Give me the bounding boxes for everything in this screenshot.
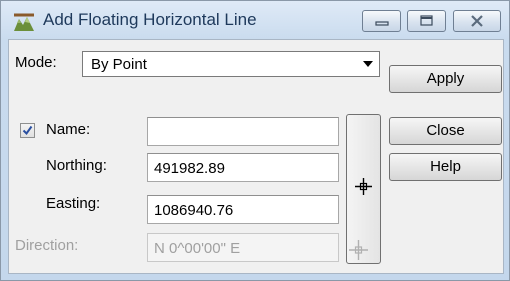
direction-input[interactable]: N 0^00'00" E: [147, 233, 339, 262]
close-window-button[interactable]: [453, 10, 501, 32]
maximize-button[interactable]: [407, 10, 446, 32]
maximize-icon: [420, 15, 433, 26]
dialog-client-area: Mode: By Point Apply Close Help Name: No…: [8, 39, 504, 274]
minimize-icon: [375, 21, 389, 26]
checkmark-icon: [22, 125, 33, 136]
name-checkbox[interactable]: [20, 123, 35, 138]
northing-input[interactable]: 491982.89: [147, 153, 339, 182]
window-title: Add Floating Horizontal Line: [43, 10, 257, 29]
help-button[interactable]: Help: [389, 153, 502, 181]
title-bar[interactable]: Add Floating Horizontal Line: [1, 1, 509, 39]
name-input[interactable]: [147, 117, 339, 146]
crosshair-icon-disabled: [349, 240, 368, 260]
floating-line-app-icon: [14, 13, 34, 31]
mode-label: Mode:: [15, 54, 57, 71]
minimize-button[interactable]: [362, 10, 401, 32]
northing-label: Northing:: [46, 157, 107, 174]
mode-dropdown[interactable]: By Point: [82, 51, 380, 77]
easting-value: 1086940.76: [154, 202, 234, 219]
direction-value: N 0^00'00" E: [154, 240, 241, 257]
northing-value: 491982.89: [154, 160, 225, 177]
locate-direction-button[interactable]: [346, 236, 371, 264]
crosshair-icon: [355, 178, 372, 195]
name-label: Name:: [46, 121, 91, 138]
direction-label: Direction:: [15, 237, 79, 254]
chevron-down-icon: [363, 61, 373, 67]
mode-selected-value: By Point: [91, 56, 147, 73]
apply-button[interactable]: Apply: [389, 65, 502, 93]
dialog-window: Add Floating Horizontal Line Mode: By Po…: [0, 0, 510, 281]
close-button[interactable]: Close: [389, 117, 502, 145]
easting-label: Easting:: [46, 195, 101, 212]
close-icon: [471, 15, 483, 27]
easting-input[interactable]: 1086940.76: [147, 195, 339, 224]
